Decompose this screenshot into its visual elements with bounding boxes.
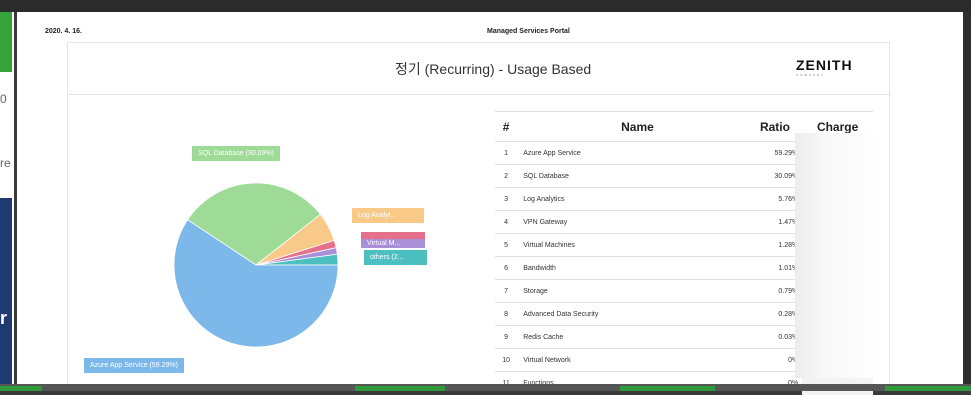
slice-label-azure-app-service: Azure App Service (59.29%) — [84, 358, 184, 373]
row-number: 11 — [495, 371, 518, 395]
row-number: 6 — [495, 256, 518, 280]
row-number: 7 — [495, 279, 518, 303]
row-name: Virtual Network — [517, 348, 752, 372]
row-number: 5 — [495, 233, 518, 257]
row-name: Log Analytics — [517, 187, 752, 211]
card-header: 정기 (Recurring) - Usage Based ZENITH COMP… — [68, 43, 891, 95]
background-green-strip — [0, 386, 42, 391]
row-number: 9 — [495, 325, 518, 349]
row-name: SQL Database — [517, 164, 752, 188]
zenith-logo: ZENITH — [796, 57, 853, 73]
zenith-logo-sub: COMPANY — [796, 73, 825, 77]
slice-label-vpn-gateway — [361, 232, 425, 239]
col-header-name: Name — [517, 111, 752, 142]
print-header-title: Managed Services Portal — [487, 28, 570, 35]
row-name: Virtual Machines — [517, 233, 752, 257]
row-name: Functions — [517, 371, 752, 395]
slice-label-sql-database: SQL Database (30.09%) — [192, 146, 281, 161]
row-number: 10 — [495, 348, 518, 372]
row-name: Bandwidth — [517, 256, 752, 280]
row-name: Storage — [517, 279, 752, 303]
row-name: Advanced Data Security — [517, 302, 752, 326]
background-text-fragment: 0 — [0, 92, 7, 106]
viewer-right-edge — [963, 12, 971, 391]
usage-report-card: 정기 (Recurring) - Usage Based ZENITH COMP… — [67, 42, 891, 395]
background-green-strip — [885, 386, 971, 391]
charge-column-redaction — [795, 133, 881, 378]
col-header-no: # — [495, 111, 518, 142]
background-text-fragment: r — [0, 308, 8, 328]
row-name: VPN Gateway — [517, 210, 752, 234]
row-name: Redis Cache — [517, 325, 752, 349]
row-number: 4 — [495, 210, 518, 234]
slice-label-log-analytics: Log Analyt... — [352, 208, 424, 223]
background-green-strip — [355, 386, 445, 391]
row-number: 2 — [495, 164, 518, 188]
background-navy-panel — [0, 198, 12, 391]
browser-top-bar — [0, 0, 971, 12]
background-green-panel — [0, 12, 12, 72]
row-name: Azure App Service — [517, 141, 752, 165]
slice-label-others: others (2... — [364, 250, 427, 265]
row-number: 3 — [495, 187, 518, 211]
report-title: 정기 (Recurring) - Usage Based — [395, 61, 592, 77]
row-number: 8 — [495, 302, 518, 326]
print-date: 2020. 4. 16. — [45, 28, 82, 35]
pie-svg — [173, 182, 339, 348]
background-text-fragment: re — [0, 156, 11, 170]
background-green-strip — [620, 386, 715, 391]
bottom-taskbar-strip — [0, 384, 971, 391]
row-number: 1 — [495, 141, 518, 165]
slice-label-virtual-machines: Virtual M... — [361, 239, 425, 248]
usage-pie-chart: SQL Database (30.09%) Log Analyt... Virt… — [68, 95, 488, 387]
